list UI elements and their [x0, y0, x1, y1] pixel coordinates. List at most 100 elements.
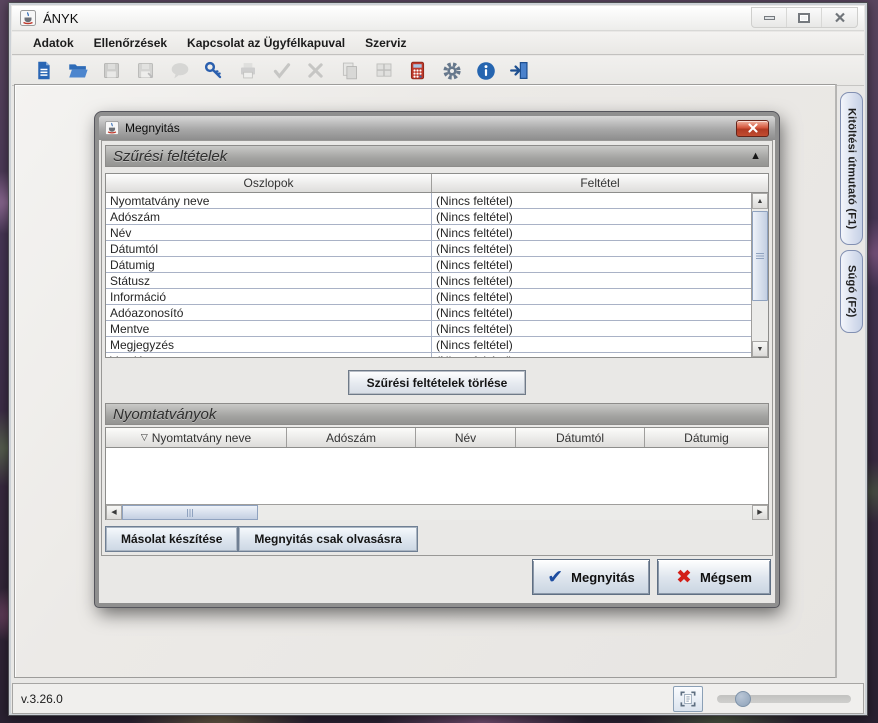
settings-gear-icon[interactable]: [440, 59, 463, 82]
print-icon: [236, 59, 259, 82]
filter-row-condition[interactable]: (Nincs feltétel): [432, 289, 751, 304]
filter-col-oszlopok: Oszlopok: [106, 174, 432, 192]
open-readonly-button[interactable]: Megnyitás csak olvasásra: [238, 526, 418, 552]
minimize-icon: [763, 15, 775, 20]
filter-row-column: Dátumig: [106, 257, 432, 272]
dialog-titlebar[interactable]: Megnyitás: [99, 116, 775, 140]
cancel-x-icon: [304, 59, 327, 82]
forms-col-nev[interactable]: Név: [416, 428, 516, 447]
filter-row-condition[interactable]: (Nincs feltétel): [432, 241, 751, 256]
exit-icon[interactable]: [508, 59, 531, 82]
open-button[interactable]: ✔ Megnyitás: [532, 559, 650, 595]
filter-row[interactable]: Dátumig (Nincs feltétel): [106, 257, 751, 273]
filter-row-condition[interactable]: (Nincs feltétel): [432, 273, 751, 288]
java-app-icon: [20, 10, 36, 26]
tab-sugo[interactable]: Súgó (F2): [840, 250, 863, 333]
filter-section-title: Szűrési feltételek: [113, 147, 228, 165]
forms-table-body[interactable]: [106, 448, 768, 504]
new-document-icon[interactable]: [32, 59, 55, 82]
filter-row-condition[interactable]: (Nincs feltétel): [432, 353, 751, 358]
calculator-icon[interactable]: [406, 59, 429, 82]
forms-col-adoszam[interactable]: Adószám: [287, 428, 416, 447]
filter-section-header[interactable]: Szűrési feltételek ▲: [105, 145, 769, 167]
hscroll-thumb[interactable]: [122, 505, 258, 520]
filter-row[interactable]: Adóazonosító (Nincs feltétel): [106, 305, 751, 321]
toolbar: [12, 56, 864, 86]
filter-row-column: Dátumtól: [106, 241, 432, 256]
status-bar: v.3.26.0: [12, 683, 864, 714]
check-icon: [270, 59, 293, 82]
forms-section-title: Nyomtatványok: [113, 405, 217, 423]
scroll-right-icon: ▶: [757, 509, 763, 516]
zoom-slider-track[interactable]: [717, 691, 851, 707]
filter-row-condition[interactable]: (Nincs feltétel): [432, 209, 751, 224]
scroll-up-icon: ▲: [756, 197, 764, 205]
filter-row-condition[interactable]: (Nincs feltétel): [432, 257, 751, 272]
window-titlebar[interactable]: ÁNYK: [12, 6, 864, 31]
clear-filters-button[interactable]: Szűrési feltételek törlése: [348, 370, 526, 395]
dialog-close-icon: [747, 123, 758, 133]
forms-section-header: Nyomtatványok: [105, 403, 769, 425]
make-copy-button[interactable]: Másolat készítése: [105, 526, 239, 552]
menu-adatok[interactable]: Adatok: [24, 33, 83, 53]
filter-table-header: Oszlopok Feltétel: [106, 174, 768, 193]
filter-row[interactable]: Nyomtatvány neve (Nincs feltétel): [106, 193, 751, 209]
thumb-grip: [187, 508, 193, 517]
maximize-icon: [798, 12, 810, 23]
scroll-left-icon: ◀: [111, 509, 117, 516]
dialog-action-bar: ✔ Megnyitás ✖ Mégsem: [532, 559, 771, 595]
filter-row-condition[interactable]: (Nincs feltétel): [432, 321, 751, 336]
cancel-cross-icon: ✖: [676, 566, 692, 588]
filter-row[interactable]: Név (Nincs feltétel): [106, 225, 751, 241]
filter-col-feltetel: Feltétel: [580, 176, 620, 190]
comment-icon: [168, 59, 191, 82]
menu-szerviz[interactable]: Szerviz: [356, 33, 415, 53]
filter-row[interactable]: Mentve (Nincs feltétel): [106, 321, 751, 337]
filter-row[interactable]: Megjegyzés (Nincs feltétel): [106, 337, 751, 353]
filter-row-column: Adószám: [106, 209, 432, 224]
filter-table-body: Nyomtatvány neve (Nincs feltétel) Adószám…: [106, 193, 751, 357]
filter-row-condition[interactable]: (Nincs feltétel): [432, 225, 751, 240]
menu-bar: Adatok Ellenőrzések Kapcsolat az Ügyfélk…: [12, 32, 864, 55]
filter-row[interactable]: Dátumtól (Nincs feltétel): [106, 241, 751, 257]
tab-kitoltesi-utmutato[interactable]: Kitöltési útmutató (F1): [840, 92, 863, 245]
close-button[interactable]: [822, 8, 857, 27]
scroll-right-button[interactable]: ▶: [752, 505, 768, 520]
filter-row[interactable]: Adószám (Nincs feltétel): [106, 209, 751, 225]
forms-col-nyomtatvany-neve[interactable]: ▽ Nyomtatvány neve: [106, 428, 287, 447]
collapse-icon[interactable]: ▲: [750, 150, 761, 162]
key-icon[interactable]: [202, 59, 225, 82]
filter-row[interactable]: Státusz (Nincs feltétel): [106, 273, 751, 289]
filter-row[interactable]: Információ (Nincs feltétel): [106, 289, 751, 305]
minimize-button[interactable]: [752, 8, 787, 27]
filter-row-condition[interactable]: (Nincs feltétel): [432, 305, 751, 320]
fit-page-button[interactable]: [673, 686, 703, 712]
vscroll-thumb[interactable]: [752, 211, 768, 301]
filter-row-column: Név: [106, 225, 432, 240]
menu-ellenorzesek[interactable]: Ellenőrzések: [85, 33, 176, 53]
zoom-slider-thumb[interactable]: [735, 691, 751, 707]
filter-row[interactable]: Verzió(Nincs feltétel): [106, 353, 751, 357]
forms-col-datumig[interactable]: Dátumig: [645, 428, 768, 447]
dialog-close-button[interactable]: [736, 119, 769, 137]
scroll-up-button[interactable]: ▲: [752, 193, 768, 209]
forms-table-hscrollbar[interactable]: ◀ ▶: [106, 504, 768, 520]
forms-col-datumtol[interactable]: Dátumtól: [516, 428, 645, 447]
cancel-button[interactable]: ✖ Mégsem: [657, 559, 771, 595]
cancel-button-label: Mégsem: [699, 569, 752, 585]
menu-kapcsolat-ugyfelkapuval[interactable]: Kapcsolat az Ügyfélkapuval: [178, 33, 354, 53]
copy-icon: [338, 59, 361, 82]
scroll-left-button[interactable]: ◀: [106, 505, 122, 520]
dialog-title: Megnyitás: [125, 121, 180, 135]
filter-row-condition[interactable]: (Nincs feltétel): [432, 337, 751, 352]
scroll-down-button[interactable]: ▼: [752, 341, 768, 357]
filter-row-condition[interactable]: (Nincs feltétel): [432, 193, 751, 208]
megnyitas-dialog: Megnyitás Szűrési feltételek ▲ Oszlopok …: [95, 112, 779, 607]
save-icon: [100, 59, 123, 82]
java-dialog-icon: [105, 121, 119, 135]
filter-table-vscrollbar[interactable]: ▲ ▼: [751, 193, 768, 357]
version-label: v.3.26.0: [21, 691, 63, 706]
info-icon[interactable]: [474, 59, 497, 82]
open-folder-icon[interactable]: [66, 59, 89, 82]
maximize-button[interactable]: [787, 8, 822, 27]
